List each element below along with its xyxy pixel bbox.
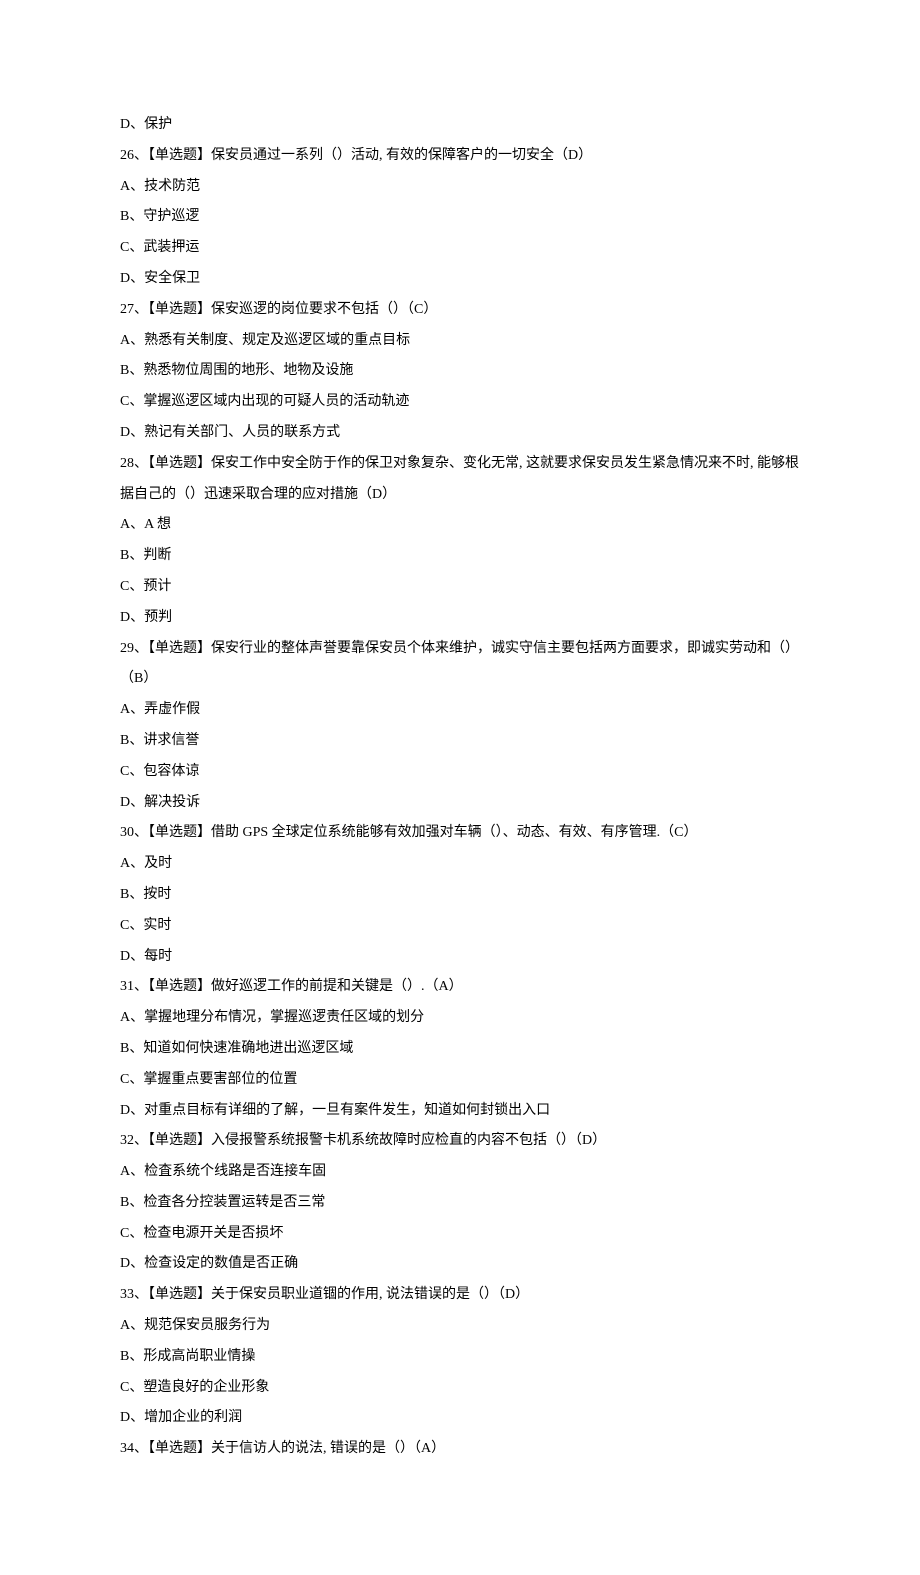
text-line: C、掌握重点要害部位的位置 xyxy=(120,1065,800,1096)
text-line: C、武装押运 xyxy=(120,233,800,264)
text-line: C、检查电源开关是否损坏 xyxy=(120,1219,800,1250)
text-line: D、解决投诉 xyxy=(120,788,800,819)
text-line: B、按时 xyxy=(120,880,800,911)
text-line: A、A 想 xyxy=(120,510,800,541)
text-line: A、规范保安员服务行为 xyxy=(120,1311,800,1342)
text-line: 28、【单选题】保安工作中安全防于作的保卫对象复杂、变化无常, 这就要求保安员发… xyxy=(120,449,800,511)
text-line: D、增加企业的利润 xyxy=(120,1403,800,1434)
text-line: B、守护巡逻 xyxy=(120,202,800,233)
text-line: A、弄虚作假 xyxy=(120,695,800,726)
text-line: 31、【单选题】做好巡逻工作的前提和关键是（）.（A） xyxy=(120,972,800,1003)
text-line: A、技术防范 xyxy=(120,172,800,203)
text-line: 33、【单选题】关于保安员职业道锢的作用, 说法错误的是（）（D） xyxy=(120,1280,800,1311)
text-line: B、熟悉物位周围的地形、地物及设施 xyxy=(120,356,800,387)
text-line: 29、【单选题】保安行业的整体声誉要靠保安员个体来维护，诚实守信主要包括两方面要… xyxy=(120,634,800,696)
text-line: A、熟悉有关制度、规定及巡逻区域的重点目标 xyxy=(120,326,800,357)
text-line: D、每时 xyxy=(120,942,800,973)
text-line: A、及时 xyxy=(120,849,800,880)
text-line: D、检查设定的数值是否正确 xyxy=(120,1249,800,1280)
text-line: B、检査各分控装置运转是否三常 xyxy=(120,1188,800,1219)
text-line: 34、【单选题】关于信访人的说法, 错误的是（）（A） xyxy=(120,1434,800,1465)
text-line: 30、【单选题】借助 GPS 全球定位系统能够有效加强对车辆（）、动态、有效、有… xyxy=(120,818,800,849)
text-line: C、预计 xyxy=(120,572,800,603)
text-line: C、包容体谅 xyxy=(120,757,800,788)
text-line: C、掌握巡逻区域内出现的可疑人员的活动轨迹 xyxy=(120,387,800,418)
text-line: B、讲求信誉 xyxy=(120,726,800,757)
text-line: B、形成高尚职业情操 xyxy=(120,1342,800,1373)
text-line: 27、【单选题】保安巡逻的岗位要求不包括（）（C） xyxy=(120,295,800,326)
text-line: D、保护 xyxy=(120,110,800,141)
text-line: 32、【单选题】入侵报警系统报警卡机系统故障时应检直的内容不包括（）（D） xyxy=(120,1126,800,1157)
text-line: B、知道如何快速准确地进出巡逻区域 xyxy=(120,1034,800,1065)
text-line: A、检査系统个线路是否连接车固 xyxy=(120,1157,800,1188)
text-line: 26、【单选题】保安员通过一系列（）活动, 有效的保障客户的一切安全（D） xyxy=(120,141,800,172)
text-line: D、对重点目标有详细的了解，一旦有案件发生，知道如何封锁出入口 xyxy=(120,1096,800,1127)
text-line: A、掌握地理分布情况，掌握巡逻责任区域的划分 xyxy=(120,1003,800,1034)
text-line: C、塑造良好的企业形象 xyxy=(120,1373,800,1404)
text-line: B、判断 xyxy=(120,541,800,572)
text-line: D、安全保卫 xyxy=(120,264,800,295)
text-line: D、熟记有关部门、人员的联系方式 xyxy=(120,418,800,449)
text-line: C、实时 xyxy=(120,911,800,942)
text-line: D、预判 xyxy=(120,603,800,634)
document-content: D、保护26、【单选题】保安员通过一系列（）活动, 有效的保障客户的一切安全（D… xyxy=(120,110,800,1465)
